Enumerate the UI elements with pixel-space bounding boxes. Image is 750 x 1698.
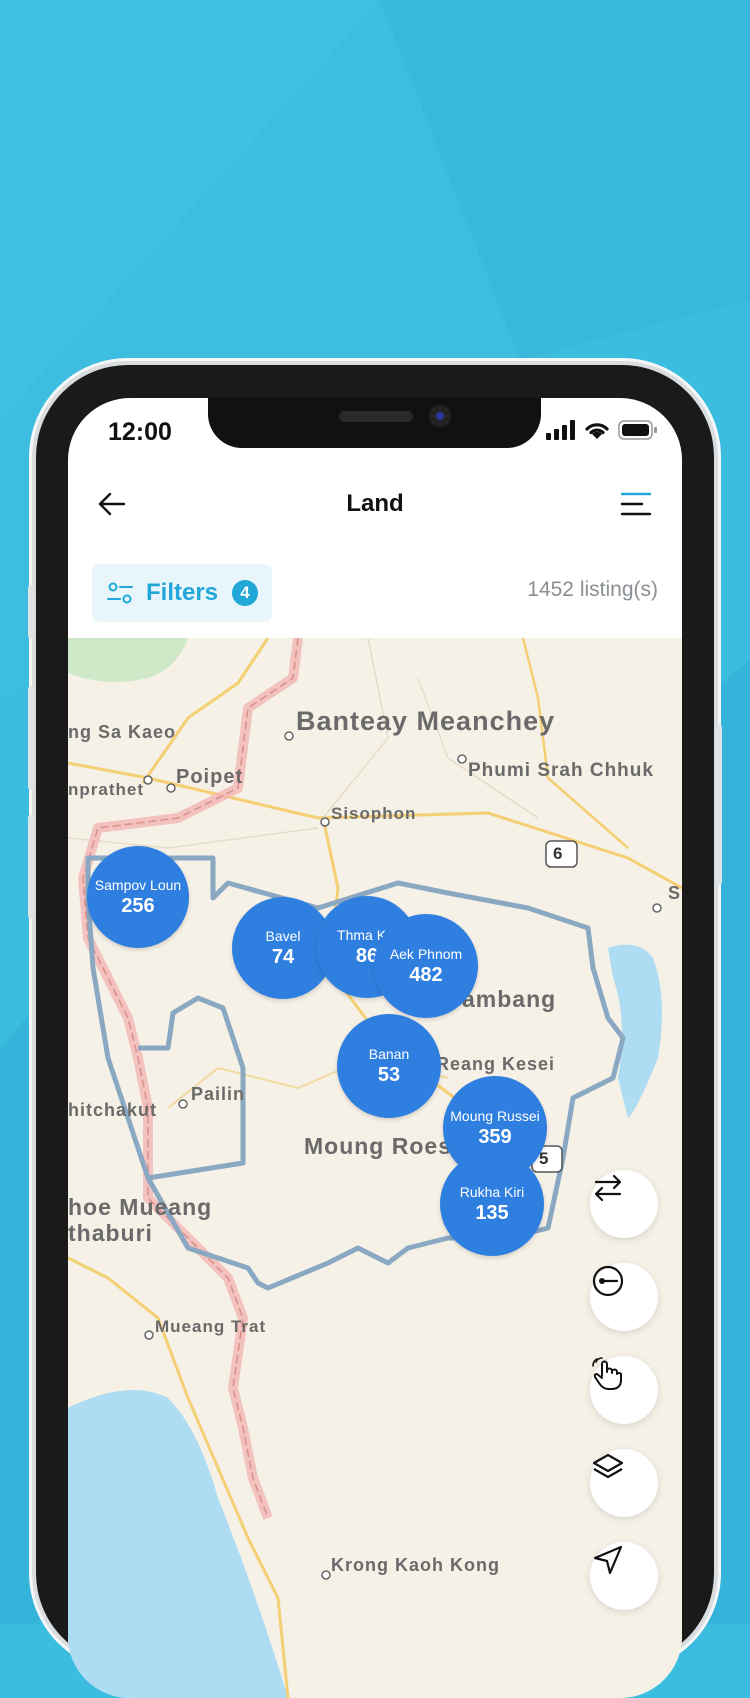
- map-view[interactable]: Banteay Meanchey ng Sa Kaeo Poipet Phumi…: [68, 638, 682, 1698]
- cluster-marker[interactable]: Banan 53: [337, 1014, 441, 1118]
- map-label-sisophon: Sisophon: [331, 804, 417, 823]
- phone-side-button: [28, 686, 34, 790]
- cluster-count: 359: [478, 1125, 512, 1148]
- swap-button[interactable]: [590, 1170, 658, 1238]
- menu-button[interactable]: [616, 484, 656, 524]
- status-icons: [546, 420, 658, 440]
- map-label-kong: Krong Kaoh Kong: [331, 1555, 500, 1575]
- hand-pointer-icon: [592, 1357, 622, 1390]
- swap-icon: [594, 1174, 622, 1202]
- cluster-name: Aek Phnom: [389, 945, 463, 962]
- map-label-hitchakut: hitchakut: [68, 1100, 158, 1120]
- cluster-count: 74: [271, 945, 295, 968]
- touch-select-button[interactable]: [590, 1356, 658, 1424]
- filter-bar: Filters 4 1452 listing(s): [68, 550, 682, 638]
- sliders-icon: [107, 582, 133, 604]
- map-label-hoe2: thaburi: [68, 1220, 153, 1246]
- map-label-reang: Reang Kesei: [436, 1054, 556, 1074]
- status-time: 12:00: [108, 418, 172, 446]
- route-button[interactable]: [590, 1263, 658, 1331]
- map-label-moung: Moung Roes: [304, 1133, 452, 1159]
- phone-camera: [429, 405, 451, 427]
- filters-button[interactable]: Filters 4: [92, 564, 272, 622]
- phone-side-button: [716, 725, 722, 885]
- cluster-count: 256: [121, 894, 155, 917]
- sea-water: [68, 1390, 288, 1698]
- cluster-name: Bavel: [265, 927, 301, 944]
- cluster-name: Rukha Kiri: [459, 1183, 525, 1200]
- cluster-name: Banan: [368, 1045, 410, 1062]
- layers-button[interactable]: [590, 1449, 658, 1517]
- app-header: Land: [68, 466, 682, 551]
- cluster-marker[interactable]: Rukha Kiri 135: [440, 1152, 544, 1256]
- phone-side-button: [28, 585, 34, 639]
- cluster-marker[interactable]: Sampov Loun 256: [87, 846, 189, 948]
- cluster-marker[interactable]: Aek Phnom 482: [374, 914, 478, 1018]
- map-label-trat: Mueang Trat: [155, 1317, 267, 1336]
- map-label-s-edge: S: [668, 883, 681, 903]
- cluster-count: 482: [409, 963, 443, 986]
- map-label-sakaeo: ng Sa Kaeo: [68, 722, 177, 742]
- cluster-name: Sampov Loun: [94, 876, 182, 893]
- phone-side-button: [28, 815, 34, 919]
- map-label-prathet: nprathet: [68, 780, 144, 799]
- page-title: Land: [346, 490, 404, 517]
- phone-speaker: [339, 411, 413, 422]
- map-base: [68, 638, 682, 1698]
- cluster-count: 135: [475, 1201, 509, 1224]
- navigation-icon: [593, 1545, 623, 1575]
- map-label-poipet: Poipet: [176, 766, 244, 788]
- battery-icon: [618, 420, 657, 440]
- layers-icon: [592, 1453, 624, 1479]
- map-label-banteay: Banteay Meanchey: [296, 706, 556, 736]
- listing-count: 1452 listing(s): [527, 578, 658, 601]
- cluster-count: 53: [377, 1063, 401, 1086]
- route-icon: [592, 1265, 624, 1297]
- signal-icon: [546, 420, 575, 440]
- map-label-pailin: Pailin: [191, 1084, 246, 1104]
- phone-notch: [208, 398, 541, 448]
- menu-icon: [620, 492, 652, 516]
- phone-screen: 12:00 Land Filters 4 1452 listing(s) Ban…: [68, 398, 682, 1698]
- map-label-hoe1: hoe Mueang: [68, 1194, 213, 1220]
- road-shield-6: 6: [553, 844, 563, 863]
- filters-count-badge: 4: [232, 580, 259, 606]
- navigation-button[interactable]: [590, 1542, 658, 1610]
- park-area: [68, 638, 188, 682]
- filters-label: Filters: [146, 579, 219, 606]
- map-label-ambang: ambang: [462, 986, 557, 1012]
- wifi-icon: [585, 423, 609, 439]
- map-label-srah: Phumi Srah Chhuk: [468, 760, 654, 781]
- cluster-name: Moung Russei: [450, 1107, 540, 1124]
